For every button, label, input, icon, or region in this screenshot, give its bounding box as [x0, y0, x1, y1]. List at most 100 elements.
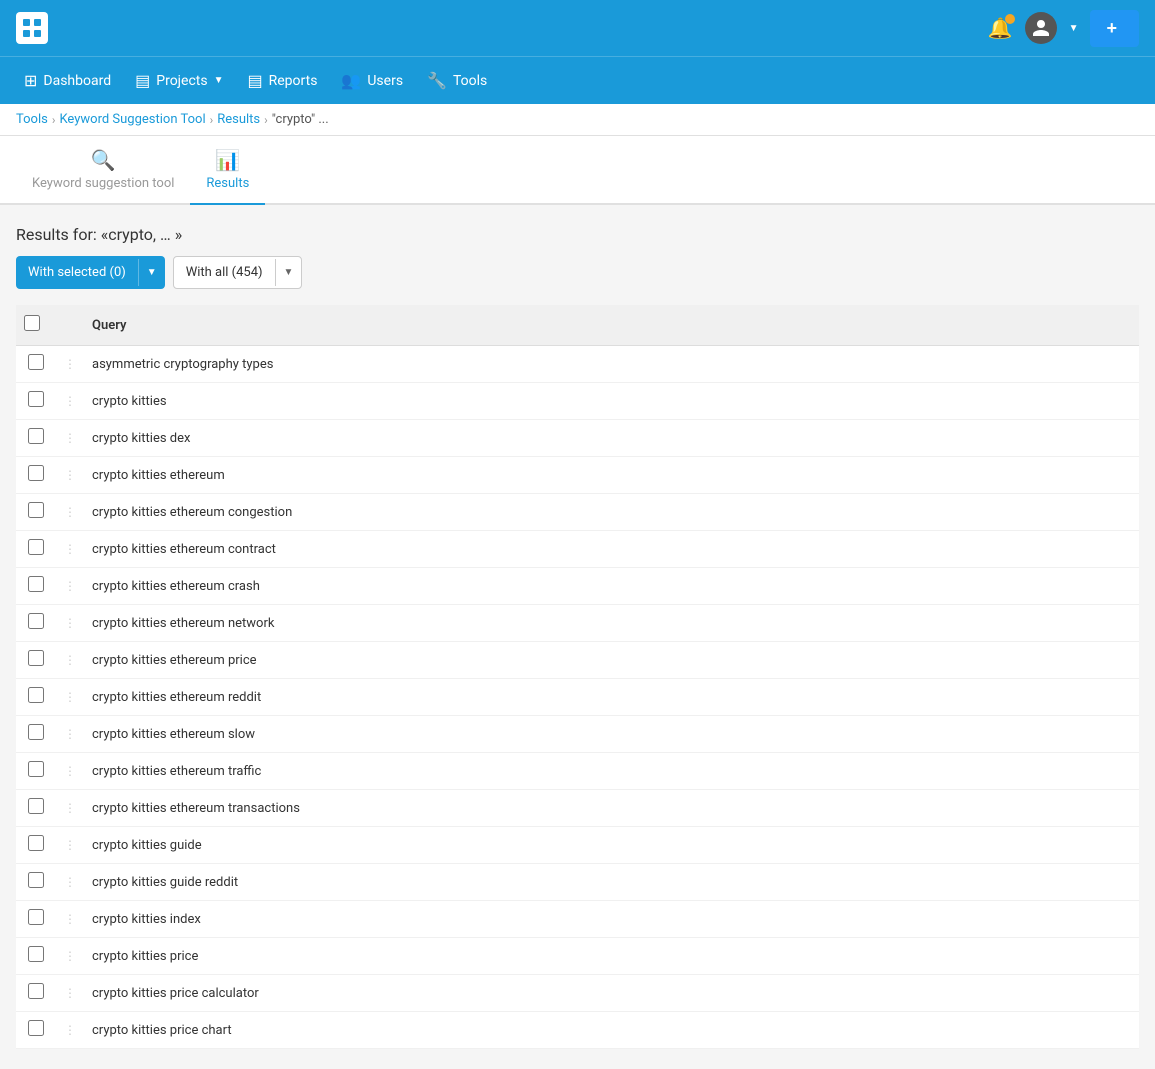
row-checkbox[interactable]: [28, 502, 44, 518]
row-checkbox-cell: [16, 494, 56, 531]
nav-item-reports[interactable]: ▤ Reports: [240, 67, 326, 94]
main-content: Results for: «crypto, … » With selected …: [0, 205, 1155, 1069]
table-row: ⋮crypto kitties price chart: [16, 1012, 1139, 1049]
row-drag-handle: ⋮: [56, 383, 84, 420]
row-query: crypto kitties price chart: [84, 1012, 1139, 1049]
user-menu-chevron-icon: ▼: [1069, 23, 1079, 34]
row-checkbox[interactable]: [28, 391, 44, 407]
nav-item-projects[interactable]: ▤ Projects ▼: [127, 67, 231, 94]
nav-item-dashboard[interactable]: ⊞ Dashboard: [16, 67, 119, 94]
drag-icon: ⋮: [64, 949, 76, 963]
nav-label-dashboard: Dashboard: [43, 73, 111, 89]
topbar-right: 🔔 ▼ +: [988, 10, 1139, 47]
row-checkbox-cell: [16, 716, 56, 753]
breadcrumb-results[interactable]: Results: [217, 112, 260, 127]
row-checkbox-cell: [16, 679, 56, 716]
row-drag-handle: ⋮: [56, 1012, 84, 1049]
drag-icon: ⋮: [64, 357, 76, 371]
add-website-button[interactable]: +: [1090, 10, 1139, 47]
with-selected-label[interactable]: With selected (0): [16, 257, 138, 288]
with-selected-dropdown-icon[interactable]: ▼: [138, 259, 165, 286]
row-checkbox[interactable]: [28, 909, 44, 925]
row-checkbox[interactable]: [28, 539, 44, 555]
row-checkbox[interactable]: [28, 465, 44, 481]
nav-item-tools[interactable]: 🔧 Tools: [419, 67, 495, 94]
table-row: ⋮crypto kitties ethereum: [16, 457, 1139, 494]
row-checkbox[interactable]: [28, 1020, 44, 1036]
row-query: crypto kitties ethereum price: [84, 642, 1139, 679]
row-checkbox-cell: [16, 605, 56, 642]
row-query: crypto kitties ethereum congestion: [84, 494, 1139, 531]
row-drag-handle: ⋮: [56, 901, 84, 938]
row-query: crypto kitties dex: [84, 420, 1139, 457]
topbar: 🔔 ▼ +: [0, 0, 1155, 56]
row-checkbox-cell: [16, 457, 56, 494]
row-checkbox[interactable]: [28, 946, 44, 962]
row-checkbox[interactable]: [28, 761, 44, 777]
row-checkbox-cell: [16, 827, 56, 864]
nav-label-projects: Projects: [156, 73, 207, 89]
row-drag-handle: ⋮: [56, 864, 84, 901]
row-drag-handle: ⋮: [56, 420, 84, 457]
row-drag-handle: ⋮: [56, 346, 84, 383]
with-all-label[interactable]: With all (454): [174, 257, 275, 288]
row-checkbox-cell: [16, 864, 56, 901]
row-query: crypto kitties price calculator: [84, 975, 1139, 1012]
row-checkbox[interactable]: [28, 576, 44, 592]
row-checkbox-cell: [16, 938, 56, 975]
table-row: ⋮crypto kitties ethereum contract: [16, 531, 1139, 568]
row-checkbox[interactable]: [28, 798, 44, 814]
row-drag-handle: ⋮: [56, 753, 84, 790]
header-drag-cell: [56, 305, 84, 346]
user-menu-button[interactable]: ▼: [1025, 12, 1079, 44]
row-checkbox-cell: [16, 975, 56, 1012]
row-checkbox-cell: [16, 901, 56, 938]
table-row: ⋮crypto kitties ethereum reddit: [16, 679, 1139, 716]
drag-icon: ⋮: [64, 838, 76, 852]
row-checkbox[interactable]: [28, 872, 44, 888]
row-checkbox-cell: [16, 790, 56, 827]
row-drag-handle: ⋮: [56, 457, 84, 494]
row-checkbox-cell: [16, 753, 56, 790]
row-checkbox[interactable]: [28, 354, 44, 370]
row-checkbox[interactable]: [28, 428, 44, 444]
table-row: ⋮ crypto kitties guide: [16, 827, 1139, 864]
row-drag-handle: ⋮: [56, 679, 84, 716]
notifications-button[interactable]: 🔔: [988, 16, 1013, 41]
file-text-icon: ▤: [248, 71, 263, 90]
select-all-checkbox[interactable]: [24, 315, 40, 331]
row-query: crypto kitties ethereum crash: [84, 568, 1139, 605]
table-row: ⋮crypto kitties ethereum network: [16, 605, 1139, 642]
row-checkbox[interactable]: [28, 724, 44, 740]
drag-icon: ⋮: [64, 542, 76, 556]
tab-label-results: Results: [206, 176, 249, 191]
projects-chevron-icon: ▼: [214, 75, 224, 86]
row-checkbox[interactable]: [28, 613, 44, 629]
tab-keyword-suggestion-tool[interactable]: 🔍 Keyword suggestion tool: [16, 136, 190, 205]
drag-icon: ⋮: [64, 394, 76, 408]
row-checkbox[interactable]: [28, 687, 44, 703]
row-drag-handle: ⋮: [56, 827, 84, 864]
table-row: ⋮crypto kitties price calculator: [16, 975, 1139, 1012]
tab-bar: 🔍 Keyword suggestion tool 📊 Results: [0, 136, 1155, 205]
breadcrumb-tools[interactable]: Tools: [16, 112, 48, 127]
with-selected-button[interactable]: With selected (0) ▼: [16, 256, 165, 289]
row-checkbox[interactable]: [28, 835, 44, 851]
row-query: crypto kitties ethereum slow: [84, 716, 1139, 753]
breadcrumb-keyword-suggestion-tool[interactable]: Keyword Suggestion Tool: [59, 112, 205, 127]
table-row: ⋮crypto kitties ethereum transactions: [16, 790, 1139, 827]
with-all-button[interactable]: With all (454) ▼: [173, 256, 303, 289]
table-header-row: Query: [16, 305, 1139, 346]
nav-item-users[interactable]: 👥 Users: [333, 67, 411, 94]
table-row: ⋮crypto kitties ethereum slow: [16, 716, 1139, 753]
breadcrumb-sep-2: ›: [210, 113, 214, 127]
row-checkbox[interactable]: [28, 650, 44, 666]
tab-results[interactable]: 📊 Results: [190, 136, 265, 205]
row-query: crypto kitties price: [84, 938, 1139, 975]
plus-icon: +: [1106, 18, 1117, 39]
row-query: crypto kitties guide: [84, 827, 1139, 864]
with-all-dropdown-icon[interactable]: ▼: [275, 259, 302, 286]
row-checkbox[interactable]: [28, 983, 44, 999]
drag-icon: ⋮: [64, 468, 76, 482]
drag-icon: ⋮: [64, 912, 76, 926]
